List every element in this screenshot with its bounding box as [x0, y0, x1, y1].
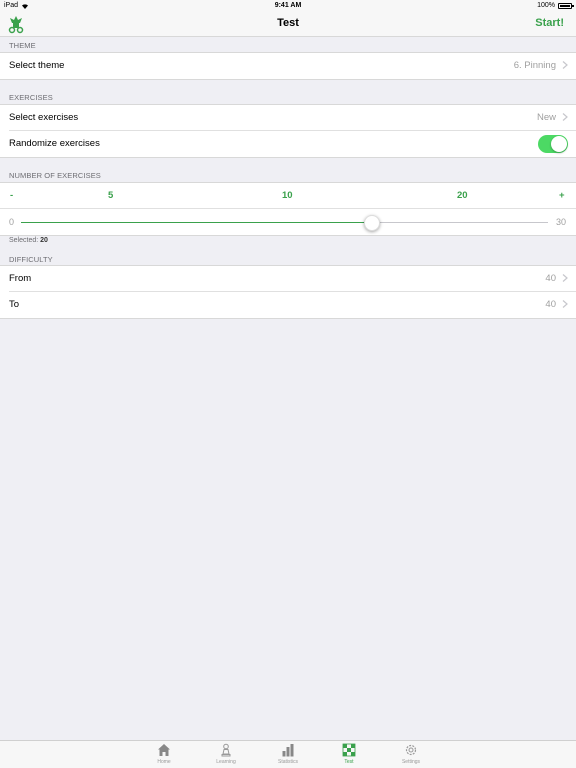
- difficulty-group: From 40 To 40: [0, 265, 576, 319]
- selected-count-note: Selected: 20: [9, 237, 48, 244]
- select-exercises-value: New: [536, 112, 556, 123]
- gear-icon: [405, 744, 417, 756]
- tab-settings[interactable]: Settings: [386, 743, 436, 765]
- slider-fill: [21, 222, 373, 223]
- selected-value: 20: [40, 237, 48, 244]
- theme-group: Select theme 6. Pinning: [0, 52, 576, 80]
- difficulty-from-row[interactable]: From 40: [9, 266, 576, 292]
- checkerboard-icon: [342, 743, 356, 757]
- difficulty-section-header: DIFFICULTY: [9, 255, 53, 264]
- exercise-count-slider-row: 0 30: [0, 209, 576, 235]
- slider-track[interactable]: [21, 222, 548, 223]
- preset-10-button[interactable]: 10: [282, 190, 293, 201]
- start-button[interactable]: Start!: [535, 17, 564, 29]
- exercises-section-header: EXERCISES: [9, 93, 53, 102]
- randomize-toggle[interactable]: [538, 135, 568, 153]
- chevron-right-icon: [562, 300, 568, 308]
- status-bar: iPad 9:41 AM 100%: [0, 0, 576, 12]
- tab-test-label: Test: [344, 759, 354, 765]
- tab-learning[interactable]: Learning: [201, 743, 251, 765]
- tab-statistics-label: Statistics: [277, 759, 298, 765]
- home-icon: [158, 744, 170, 756]
- chevron-right-icon: [562, 113, 568, 121]
- preset-20-button[interactable]: 20: [457, 190, 468, 201]
- difficulty-to-label: To: [9, 299, 20, 310]
- difficulty-from-value: 40: [545, 273, 556, 284]
- slider-thumb[interactable]: [364, 215, 381, 231]
- tab-bar: Home Learning Statistics Test Settings: [0, 740, 576, 768]
- tab-home[interactable]: Home: [139, 743, 189, 765]
- tab-home-label: Home: [157, 759, 171, 765]
- number-section-header: NUMBER OF EXERCISES: [9, 171, 101, 180]
- difficulty-to-row[interactable]: To 40: [9, 292, 576, 318]
- increment-button[interactable]: +: [559, 190, 565, 201]
- chevron-right-icon: [562, 61, 568, 69]
- selected-label: Selected:: [9, 237, 39, 244]
- tab-learning-label: Learning: [216, 759, 236, 765]
- randomize-label: Randomize exercises: [9, 138, 100, 149]
- select-theme-value: 6. Pinning: [513, 60, 556, 71]
- select-theme-row[interactable]: Select theme 6. Pinning: [9, 53, 576, 79]
- difficulty-to-value: 40: [545, 299, 556, 310]
- select-theme-label: Select theme: [9, 60, 65, 71]
- tab-test[interactable]: Test: [324, 743, 374, 765]
- randomize-row: Randomize exercises: [9, 131, 576, 157]
- select-exercises-row[interactable]: Select exercises New: [9, 105, 576, 131]
- difficulty-from-label: From: [9, 273, 32, 284]
- battery-icon: [558, 2, 574, 9]
- slider-max-label: 30: [555, 217, 566, 227]
- number-group: - 5 10 20 + 0 30: [0, 182, 576, 236]
- nav-bar: Test Start!: [0, 12, 576, 37]
- pawn-icon: [221, 743, 231, 757]
- theme-section-header: THEME: [9, 41, 36, 50]
- step-buttons: - 5 10 20 +: [0, 183, 576, 209]
- page-title: Test: [277, 17, 299, 29]
- status-right: 100%: [537, 2, 574, 9]
- tab-statistics[interactable]: Statistics: [263, 743, 313, 765]
- status-time: 9:41 AM: [274, 2, 302, 9]
- select-exercises-label: Select exercises: [9, 112, 79, 123]
- tab-settings-label: Settings: [401, 759, 421, 765]
- bar-chart-icon: [282, 744, 294, 757]
- exercises-group: Select exercises New Randomize exercises: [0, 104, 576, 158]
- decrement-button[interactable]: -: [10, 190, 13, 201]
- chevron-right-icon: [562, 274, 568, 282]
- slider-min-label: 0: [9, 217, 15, 227]
- preset-5-button[interactable]: 5: [108, 190, 113, 201]
- battery-percent: 100%: [537, 2, 555, 9]
